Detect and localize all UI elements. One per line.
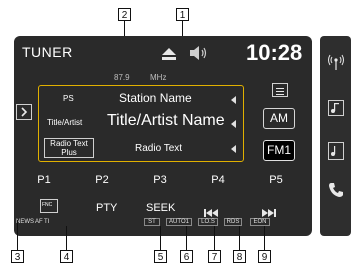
info-row-ps-key: PS	[63, 94, 74, 103]
seek-button[interactable]: SEEK	[146, 202, 175, 214]
pty-button[interactable]: PTY	[96, 202, 117, 214]
skip-back-icon[interactable]	[204, 204, 220, 217]
eject-icon[interactable]	[162, 47, 176, 60]
preset-p2[interactable]: P2	[82, 174, 122, 186]
scroll-arrow-icon[interactable]	[231, 120, 236, 128]
callout-7: 7	[208, 250, 221, 263]
callout-2: 2	[118, 8, 131, 21]
preset-p4[interactable]: P4	[198, 174, 238, 186]
callout-1: 1	[176, 8, 189, 21]
leader-line-5	[160, 226, 161, 250]
callout-4: 4	[60, 250, 73, 263]
preset-p5[interactable]: P5	[256, 174, 296, 186]
radio-text-plus-button[interactable]: Radio Text Plus	[44, 138, 94, 158]
los-indicator: LO.S	[198, 218, 218, 226]
callout-6: 6	[180, 250, 193, 263]
phone-icon[interactable]	[328, 182, 344, 198]
info-row-title-value: Title/Artist Name	[107, 112, 225, 129]
am-button[interactable]: AM	[263, 108, 295, 129]
func-label: FNC	[42, 202, 53, 208]
clock: 10:28	[246, 40, 303, 65]
preset-p1[interactable]: P1	[24, 174, 64, 186]
mute-icon[interactable]	[190, 46, 208, 60]
leader-line-7	[214, 226, 215, 250]
info-row-title-key: Title/Artist	[47, 118, 83, 127]
source-label[interactable]: TUNER	[22, 44, 73, 60]
callout-5: 5	[154, 250, 167, 263]
fm1-button[interactable]: FM1	[263, 140, 295, 161]
info-row-radio-text-value: Radio Text	[135, 143, 183, 154]
news-indicator: NEWS	[16, 219, 34, 225]
leader-line-4	[66, 226, 67, 250]
callout-8: 8	[233, 250, 246, 263]
expand-arrow-icon[interactable]	[16, 104, 32, 120]
ti-indicator: TI	[44, 219, 50, 225]
leader-line-3	[17, 220, 18, 250]
info-row-ps-value: Station Name	[119, 91, 192, 105]
rds-indicator: RDS	[224, 218, 242, 226]
skip-forward-icon[interactable]	[260, 204, 276, 217]
music-icon[interactable]	[328, 100, 344, 116]
preset-p3[interactable]: P3	[140, 174, 180, 186]
callout-3: 3	[11, 250, 24, 263]
side-panel	[320, 36, 351, 236]
auto-indicator: AUTO1	[166, 218, 192, 226]
leader-line-8	[239, 226, 240, 250]
tuner-screen: TUNER 10:28 87.9 MHz PS Station Name Tit…	[14, 36, 312, 236]
frequency-value: 87.9	[114, 73, 130, 82]
menu-icon[interactable]	[272, 83, 288, 97]
af-indicator: AF	[35, 219, 43, 225]
scroll-arrow-icon[interactable]	[231, 96, 236, 104]
func-button[interactable]: FNC	[40, 199, 58, 213]
leader-line-9	[264, 226, 265, 250]
info-panel: PS Station Name Title/Artist Title/Artis…	[38, 85, 244, 162]
scroll-arrow-icon[interactable]	[231, 145, 236, 153]
frequency-unit: MHz	[150, 73, 167, 82]
eon-indicator: EON	[250, 218, 270, 226]
callout-9: 9	[258, 250, 271, 263]
leader-line-6	[186, 226, 187, 250]
video-icon[interactable]	[328, 142, 344, 160]
antenna-icon[interactable]	[327, 54, 345, 70]
st-indicator: ST	[144, 218, 160, 226]
